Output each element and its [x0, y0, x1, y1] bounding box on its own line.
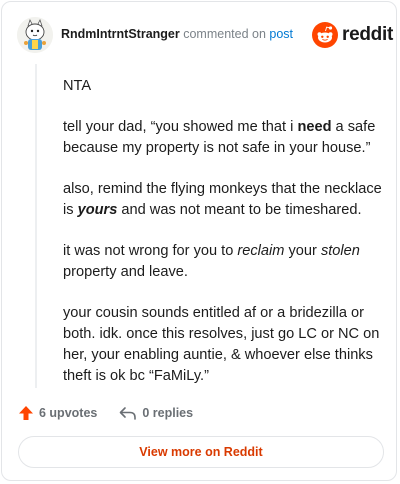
- comment-paragraph: NTA: [63, 78, 92, 94]
- reddit-comment-card: RndmIntrntStranger commented on post red…: [1, 1, 397, 481]
- upvote-arrow-icon: [19, 406, 33, 420]
- comment-body: NTA tell your dad, “you showed me that i…: [63, 76, 383, 407]
- reply-arrow-icon: [120, 407, 137, 420]
- thread-line: [35, 64, 37, 388]
- replies-button[interactable]: 0 replies: [119, 405, 193, 421]
- comment-paragraph: it was not wrong for you to reclaim your…: [63, 243, 360, 280]
- comment-paragraph: your cousin sounds entitled af or a brid…: [63, 305, 380, 384]
- comment-paragraph: also, remind the flying monkeys that the…: [63, 181, 382, 218]
- user-avatar[interactable]: [17, 17, 53, 53]
- reddit-snoo-icon: [312, 22, 338, 48]
- comment-paragraph: tell your dad, “you showed me that i nee…: [63, 119, 376, 156]
- username[interactable]: RndmIntrntStranger: [61, 27, 180, 41]
- upvote-button[interactable]: 6 upvotes: [18, 405, 97, 421]
- reply-count: 0 replies: [142, 406, 194, 420]
- comment-header: RndmIntrntStranger commented on post red…: [2, 2, 396, 66]
- comment-meta: RndmIntrntStranger commented on post: [61, 27, 293, 41]
- reddit-wordmark: reddit: [342, 24, 393, 45]
- view-more-button[interactable]: View more on Reddit: [18, 436, 384, 468]
- action-text: commented on: [183, 27, 266, 41]
- reddit-logo[interactable]: reddit: [312, 22, 393, 48]
- post-link[interactable]: post: [269, 27, 293, 41]
- upvote-count: 6 upvotes: [39, 406, 98, 420]
- comment-footer: 6 upvotes 0 replies: [18, 402, 215, 424]
